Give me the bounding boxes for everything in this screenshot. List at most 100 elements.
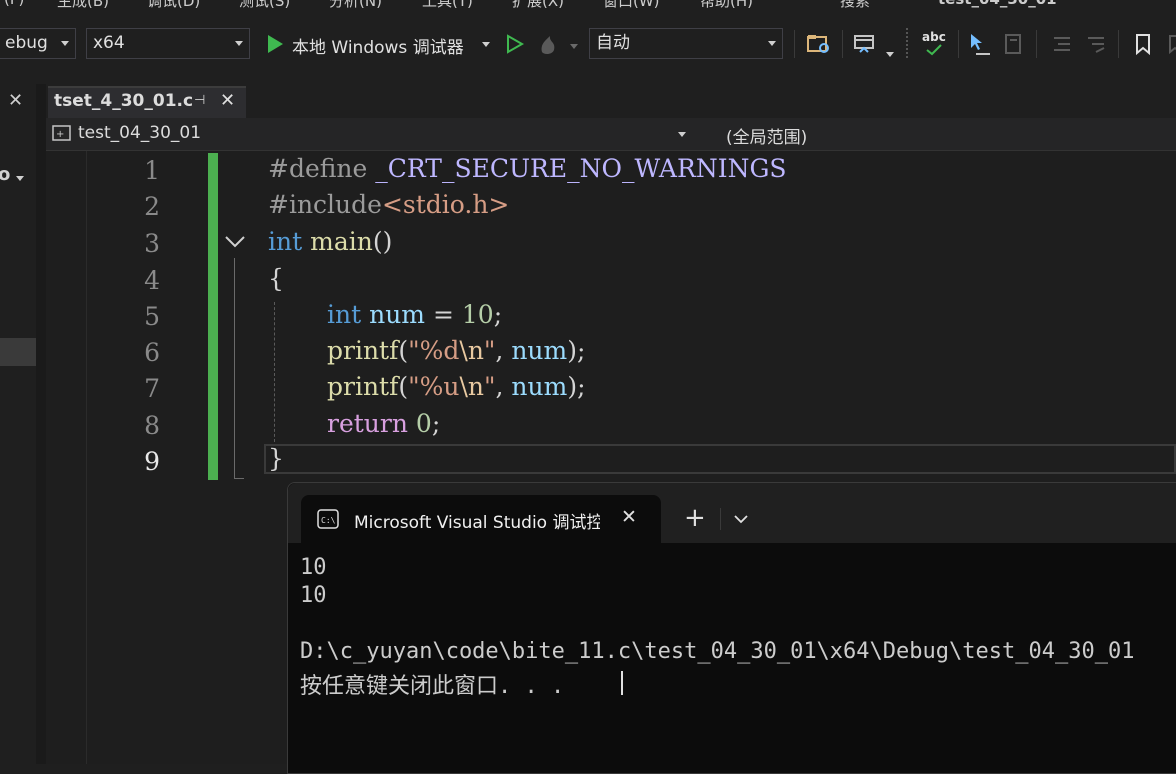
chevron-down-icon [16,176,24,181]
code-line-5: int num = 10; [327,300,503,329]
menu-extensions[interactable]: 扩展(X) [512,0,564,11]
platform-value: x64 [93,33,125,53]
step-into-icon[interactable] [966,30,992,58]
toolbar-separator [1118,30,1119,58]
auto-value: 自动 [596,33,630,53]
current-line-highlight [264,444,1176,474]
line-number: 1 [144,156,160,185]
code-line-8: return 0; [327,409,441,438]
folder-search-icon[interactable] [806,30,832,58]
panel-dropdown[interactable]: o [0,162,34,192]
change-tracking-bar [208,153,218,480]
bookmark-list-icon[interactable] [1000,30,1026,58]
start-debugging-button[interactable]: 本地 Windows 调试器 [262,30,494,58]
line-number: 2 [144,192,160,221]
spell-check-icon[interactable]: abc [920,30,946,58]
indicator-margin [46,151,87,764]
code-line-6: printf("%d\n", num); [327,336,586,365]
chevron-down-icon[interactable] [886,52,894,57]
menu-file[interactable]: (F) [4,0,24,8]
toolbar-separator [958,30,959,58]
code-line-4: { [268,264,284,293]
tab-tset-4-30-01-c[interactable]: tset_4_30_01.c ⊣ ✕ [48,86,246,118]
solution-name: test_04_30_01 [938,0,1057,8]
project-dropdown[interactable]: + test_04_30_01 [48,120,692,148]
menu-bar: (F) 生成(B) 调试(D) 测试(S) 分析(N) 工具(T) 扩展(X) … [0,0,1176,14]
line-number: 6 [144,338,160,367]
code-line-9: } [268,444,284,473]
chevron-down-icon [768,41,776,46]
titlebar-separator [720,508,721,530]
chevron-down-icon [61,41,69,46]
console-path-line: D:\c_yuyan\code\bite_11.c\test_04_30_01\… [300,639,1135,664]
chevron-down-icon [482,42,490,47]
configuration-dropdown[interactable]: ebug [0,28,76,59]
toolbar-separator [794,30,795,58]
previous-bookmark-icon[interactable] [1162,30,1176,58]
menu-analyze[interactable]: 分析(N) [329,0,382,11]
comment-icon[interactable] [1048,30,1074,58]
indent-guide [274,302,275,442]
window-layout-icon[interactable] [852,30,878,58]
menu-help[interactable]: 帮助(H) [700,0,753,11]
close-icon[interactable]: ✕ [8,90,23,111]
code-line-3: int main() [268,227,393,256]
code-line-2: #include<stdio.h> [268,190,510,219]
outline-guide-end [234,478,244,479]
navigation-bar: + test_04_30_01 (全局范围) [46,118,1176,151]
code-line-1: #define _CRT_SECURE_NO_WARNINGS [268,154,787,183]
auto-dropdown[interactable]: 自动 [589,28,783,59]
menu-test[interactable]: 测试(S) [239,0,290,11]
selected-tree-item[interactable] [0,338,36,366]
search-box[interactable]: 搜索 [840,0,870,11]
solution-explorer-panel: ✕ o [0,84,37,764]
pin-icon[interactable]: ⊣ [194,93,205,108]
play-icon [268,35,283,53]
scope-dropdown[interactable]: (全局范围) [698,120,1176,148]
menu-build[interactable]: 生成(B) [57,0,109,11]
panel-splitter[interactable] [36,84,46,764]
text-cursor [621,671,623,695]
menu-debug[interactable]: 调试(D) [147,0,200,11]
start-without-debugging-icon[interactable] [502,30,528,58]
hot-reload-icon[interactable] [536,30,562,58]
run-label: 本地 Windows 调试器 [292,38,464,58]
line-number: 4 [144,266,160,295]
svg-text:C:\: C:\ [321,516,336,525]
console-tab-title: Microsoft Visual Studio 调试控 [354,513,600,533]
chevron-down-icon[interactable] [570,44,578,49]
line-number: 7 [144,374,160,403]
svg-text:+: + [56,129,64,140]
platform-dropdown[interactable]: x64 [86,28,250,59]
terminal-icon: C:\ [317,509,339,529]
chevron-down-icon[interactable] [733,513,749,525]
console-output-line: 10 [300,583,327,608]
collapse-chevron-icon[interactable] [224,234,246,250]
console-tab[interactable]: C:\ Microsoft Visual Studio 调试控 ✕ [301,495,661,543]
toolbar: ebug x64 本地 Windows 调试器 自动 abc [0,14,1176,76]
tab-title: tset_4_30_01.c [54,91,194,111]
menu-tools[interactable]: 工具(T) [422,0,473,11]
configuration-value: ebug [5,33,48,53]
new-tab-button[interactable]: + [684,503,706,533]
code-line-7: printf("%u\n", num); [327,372,586,401]
toolbar-separator [1036,30,1037,58]
chevron-down-icon [235,41,243,46]
uncomment-icon[interactable] [1082,30,1108,58]
line-number: 3 [144,229,160,258]
bookmark-icon[interactable] [1130,30,1156,58]
close-icon[interactable]: ✕ [621,506,637,528]
project-name: test_04_30_01 [78,123,202,143]
outline-guide [234,258,235,478]
project-icon: + [52,125,71,141]
toolbar-grip [906,28,914,58]
chevron-down-icon [678,132,686,137]
close-icon[interactable]: ✕ [220,90,235,111]
console-output-line: 10 [300,555,327,580]
current-line-number: 9 [144,447,160,476]
menu-window[interactable]: 窗口(W) [603,0,660,11]
scope-value: (全局范围) [726,128,808,148]
console-prompt-line: 按任意键关闭此窗口. . . [300,674,565,699]
line-number: 5 [144,302,160,331]
toolbar-separator [842,30,843,58]
